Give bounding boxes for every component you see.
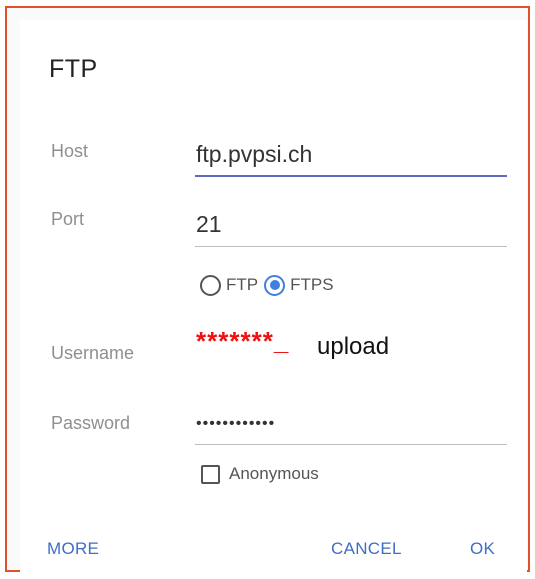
protocol-radio-group: FTP FTPS: [200, 272, 340, 298]
username-value[interactable]: upload: [317, 333, 389, 361]
ok-button[interactable]: OK: [470, 539, 495, 559]
password-value: ••••••••••••: [196, 415, 276, 432]
port-label: Port: [51, 209, 85, 229]
more-button[interactable]: MORE: [47, 539, 99, 559]
host-label: Host: [51, 141, 89, 161]
port-value: 21: [196, 211, 222, 237]
username-label: Username: [51, 343, 135, 363]
port-field[interactable]: 21: [195, 203, 507, 247]
username-redaction: *******_: [196, 326, 290, 356]
password-underline: [195, 444, 507, 445]
anonymous-checkbox-row[interactable]: Anonymous: [201, 464, 319, 484]
dialog-title: FTP: [49, 55, 98, 83]
port-underline: [195, 246, 507, 247]
password-field[interactable]: ••••••••••••: [195, 401, 507, 445]
radio-ftps-label: FTPS: [290, 275, 334, 294]
ftp-dialog: FTP Host ftp.pvpsi.ch Port 21 FTP FTPS U…: [20, 20, 527, 572]
radio-ftp-circle[interactable]: [200, 274, 221, 296]
radio-ftp[interactable]: FTP: [200, 274, 259, 296]
cancel-button[interactable]: CANCEL: [331, 539, 402, 559]
radio-ftps[interactable]: FTPS: [264, 274, 334, 296]
radio-ftps-circle[interactable]: [264, 274, 286, 296]
radio-ftp-label: FTP: [226, 275, 259, 294]
anonymous-checkbox[interactable]: [201, 464, 220, 484]
host-field[interactable]: ftp.pvpsi.ch: [195, 133, 507, 177]
screenshot-frame: FTP Host ftp.pvpsi.ch Port 21 FTP FTPS U…: [5, 6, 530, 572]
anonymous-label: Anonymous: [229, 464, 319, 483]
password-label: Password: [51, 413, 131, 433]
host-underline: [195, 175, 507, 177]
host-value: ftp.pvpsi.ch: [196, 141, 313, 167]
